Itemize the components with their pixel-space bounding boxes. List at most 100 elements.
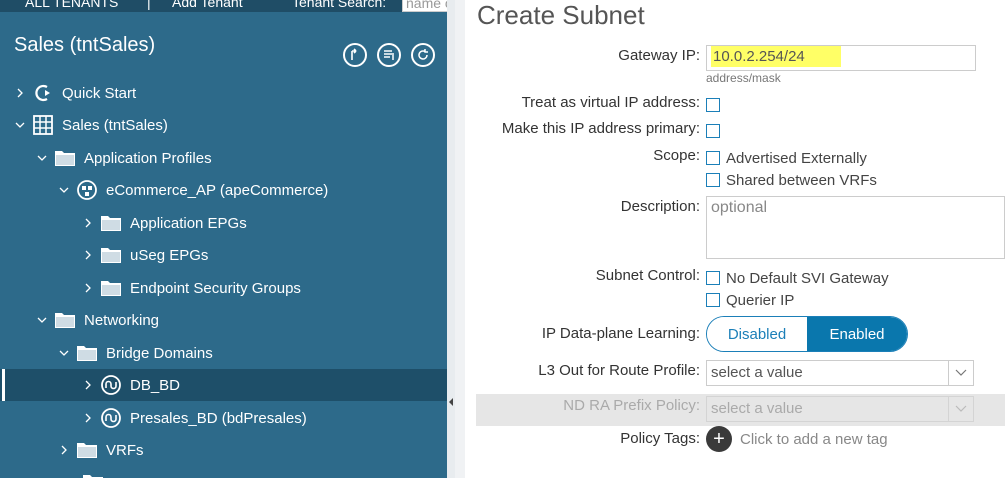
bridge-domain-icon — [100, 407, 122, 429]
nav-separator: | — [147, 0, 151, 10]
chevron-right-icon[interactable] — [58, 444, 70, 456]
add-tenant-link[interactable]: Add Tenant — [172, 0, 243, 10]
nd-ra-prefix-select: select a value — [706, 396, 974, 422]
description-label: Description: — [620, 198, 700, 215]
list-filter-button[interactable] — [377, 43, 401, 67]
chevron-right-icon[interactable] — [14, 87, 26, 99]
l3out-route-profile-select[interactable]: select a value — [706, 360, 974, 386]
tree-item-label: Quick Start — [62, 84, 137, 102]
chevron-down-icon[interactable] — [36, 152, 48, 164]
no-default-svi-checkbox[interactable] — [706, 271, 720, 285]
dataplane-learning-label: IP Data-plane Learning: — [541, 325, 700, 342]
advertised-externally-checkbox[interactable] — [706, 151, 720, 165]
quick-start-icon — [32, 82, 54, 104]
pane-splitter[interactable] — [447, 0, 455, 478]
tree-root-icon — [351, 48, 357, 60]
primary-ip-checkbox[interactable] — [706, 123, 720, 138]
tree-root-button[interactable] — [343, 43, 367, 67]
chevron-down-icon[interactable] — [36, 314, 48, 326]
create-subnet-form: Create Subnet Gateway IP: 10.0.2.254/24 … — [465, 0, 1005, 478]
tree-item-label: Networking — [84, 311, 160, 329]
tree-item-presales-bd[interactable]: Presales_BD (bdPresales) — [0, 402, 455, 434]
list-filter-icon — [384, 50, 394, 60]
tree-item-label: uSeg EPGs — [130, 246, 209, 264]
chevron-right-icon[interactable] — [82, 217, 94, 229]
description-textarea[interactable]: optional — [706, 196, 1005, 259]
tree-item-networking[interactable]: Networking — [0, 304, 455, 336]
tree-item-label: Bridge Domains — [106, 344, 213, 362]
tree-item-ecommerce-ap[interactable]: eCommerce_AP (apeCommerce) — [0, 174, 455, 206]
scope-option-shared[interactable]: Shared between VRFs — [706, 169, 877, 191]
tree-item-quick-start[interactable]: Quick Start — [0, 77, 455, 109]
gateway-ip-label: Gateway IP: — [618, 47, 700, 64]
chevron-right-icon[interactable] — [82, 412, 94, 424]
gateway-ip-input[interactable]: 10.0.2.254/24 — [706, 45, 976, 71]
tree-item-label: DB_BD — [130, 376, 181, 394]
tree-item-application-epgs[interactable]: Application EPGs — [0, 207, 455, 239]
tree-item-label: Application EPGs — [130, 214, 247, 232]
dataplane-learning-toggle: Disabled Enabled — [706, 316, 908, 352]
chevron-down-icon[interactable] — [58, 184, 70, 196]
querier-ip-checkbox[interactable] — [706, 293, 720, 307]
nd-ra-prefix-label: ND RA Prefix Policy: — [563, 397, 700, 414]
folder-icon — [76, 342, 98, 364]
add-tag-text[interactable]: Click to add a new tag — [740, 431, 888, 448]
scope-label: Scope: — [653, 147, 700, 164]
folder-icon — [54, 147, 76, 169]
scope-option-advertised[interactable]: Advertised Externally — [706, 147, 877, 169]
tree-item-label: Presales_BD (bdPresales) — [130, 409, 307, 427]
app-profile-icon — [76, 179, 98, 201]
shared-vrfs-checkbox[interactable] — [706, 173, 720, 187]
l3out-route-profile-label: L3 Out for Route Profile: — [538, 362, 700, 379]
chevron-right-icon[interactable] — [82, 249, 94, 261]
collapse-arrow-icon[interactable] — [449, 398, 453, 406]
subnet-control-option-no-svi[interactable]: No Default SVI Gateway — [706, 267, 889, 289]
enabled-option[interactable]: Enabled — [807, 317, 907, 351]
refresh-button[interactable] — [411, 43, 435, 67]
chevron-right-icon[interactable] — [82, 379, 94, 391]
virtual-ip-label: Treat as virtual IP address: — [521, 94, 700, 111]
virtual-ip-checkbox[interactable] — [706, 97, 720, 112]
tree-item-label: eCommerce_AP (apeCommerce) — [106, 181, 329, 199]
top-nav-bar: ALL TENANTS | Add Tenant Tenant Search: … — [0, 0, 455, 12]
add-tag-button[interactable]: + Click to add a new tag — [706, 426, 888, 452]
tenant-search-label: Tenant Search: — [292, 0, 387, 10]
tree-item-bridge-domains[interactable]: Bridge Domains — [0, 337, 455, 369]
tree-item-useg-epgs[interactable]: uSeg EPGs — [0, 239, 455, 271]
chevron-down-icon[interactable] — [14, 119, 26, 131]
tree-item-endpoint-security-groups[interactable]: Endpoint Security Groups — [0, 272, 455, 304]
all-tenants-link[interactable]: ALL TENANTS — [25, 0, 118, 10]
tenant-title: Sales (tntSales) — [14, 34, 156, 56]
tree-item-tenant[interactable]: Sales (tntSales) — [0, 109, 455, 141]
tenant-grid-icon — [32, 114, 54, 136]
tree-item-db-bd[interactable]: DB_BD — [0, 369, 455, 401]
gateway-ip-hint: address/mask — [706, 71, 781, 85]
tree-item-vrfs[interactable]: VRFs — [0, 434, 455, 466]
policy-tags-label: Policy Tags: — [620, 430, 700, 447]
chevron-down-icon[interactable] — [948, 361, 973, 385]
subnet-control-label: Subnet Control: — [595, 267, 700, 284]
plus-icon[interactable]: + — [706, 426, 732, 452]
chevron-right-icon[interactable] — [82, 282, 94, 294]
navigation-pane: ALL TENANTS | Add Tenant Tenant Search: … — [0, 0, 455, 478]
chevron-down-icon — [948, 397, 973, 421]
tree-item-application-profiles[interactable]: Application Profiles — [0, 142, 455, 174]
tree-item-label: VRFs — [106, 441, 144, 459]
chevron-down-icon[interactable] — [58, 347, 70, 359]
bridge-domain-icon — [100, 374, 122, 396]
tree-item-label: Endpoint Security Groups — [130, 279, 301, 297]
subnet-control-option-querier[interactable]: Querier IP — [706, 289, 889, 311]
folder-icon — [100, 244, 122, 266]
folder-icon — [100, 277, 122, 299]
folder-icon — [100, 212, 122, 234]
page-title: Create Subnet — [477, 0, 645, 30]
folder-icon — [54, 309, 76, 331]
folder-icon — [82, 471, 104, 478]
tree-item-label: Application Profiles — [84, 149, 212, 167]
refresh-icon — [418, 49, 428, 60]
gateway-ip-value: 10.0.2.254/24 — [711, 46, 841, 67]
tree-item-partial — [0, 466, 455, 478]
disabled-option[interactable]: Disabled — [707, 317, 807, 351]
pane-gutter — [455, 0, 465, 478]
tree-item-label: Sales (tntSales) — [62, 116, 168, 134]
